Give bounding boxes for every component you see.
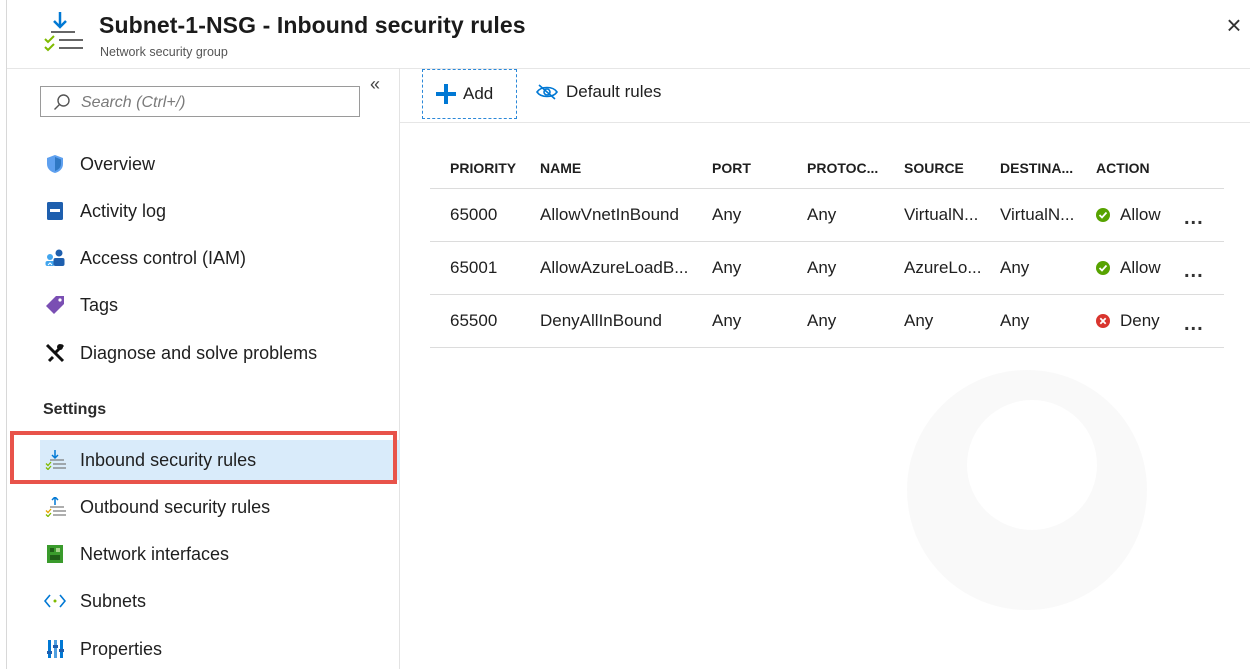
wrench-icon bbox=[44, 342, 66, 364]
people-icon bbox=[44, 247, 66, 269]
action-label: Allow bbox=[1120, 205, 1161, 224]
sidebar-item-label: Properties bbox=[80, 638, 163, 659]
search-input[interactable] bbox=[79, 87, 353, 118]
cell-priority: 65001 bbox=[450, 258, 498, 277]
action-label: Deny bbox=[1120, 311, 1160, 330]
allow-check-icon bbox=[1096, 261, 1110, 275]
sidebar-item-diagnose[interactable]: Diagnose and solve problems bbox=[40, 333, 400, 373]
cell-source: Any bbox=[904, 311, 934, 330]
properties-icon bbox=[44, 638, 66, 660]
network-interface-icon bbox=[44, 543, 66, 565]
sidebar-item-outbound-security-rules[interactable]: Outbound security rules bbox=[40, 487, 400, 527]
cell-priority: 65500 bbox=[450, 311, 498, 330]
plus-icon bbox=[436, 84, 456, 104]
cell-port: Any bbox=[712, 258, 742, 277]
sidebar-item-inbound-security-rules[interactable]: Inbound security rules bbox=[40, 440, 400, 480]
sidebar-item-properties[interactable]: Properties bbox=[40, 629, 400, 669]
settings-section-header: Settings bbox=[43, 401, 107, 418]
column-header-more bbox=[1184, 148, 1224, 189]
deny-x-icon bbox=[1096, 314, 1110, 328]
action-label: Allow bbox=[1120, 258, 1161, 277]
cell-name: AllowAzureLoadB... bbox=[540, 258, 689, 277]
sidebar-item-label: Tags bbox=[80, 294, 119, 315]
cell-priority: 65000 bbox=[450, 205, 498, 224]
outbound-rules-icon bbox=[44, 496, 66, 518]
sidebar-item-label: Access control (IAM) bbox=[80, 247, 247, 268]
sidebar-item-overview[interactable]: Overview bbox=[40, 144, 400, 184]
more-options-button[interactable]: ... bbox=[1184, 207, 1204, 229]
cell-protocol: Any bbox=[807, 311, 837, 330]
column-header-source[interactable]: SOURCE bbox=[904, 148, 1000, 189]
collapse-sidebar-button[interactable]: « bbox=[370, 74, 380, 95]
sidebar-item-activity-log[interactable]: Activity log bbox=[40, 191, 400, 231]
default-rules-button[interactable]: Default rules bbox=[536, 82, 661, 102]
sidebar-item-label: Network interfaces bbox=[80, 543, 230, 564]
cell-action: Allow bbox=[1096, 242, 1184, 295]
subnet-icon bbox=[44, 590, 66, 612]
cell-name: AllowVnetInBound bbox=[540, 205, 679, 224]
inbound-rules-icon bbox=[44, 12, 83, 52]
add-button-label: Add bbox=[463, 84, 494, 103]
command-bar: Add Default rules bbox=[400, 68, 1250, 123]
background-watermark-inner bbox=[967, 400, 1097, 530]
sidebar-item-tags[interactable]: Tags bbox=[40, 285, 400, 325]
cell-name: DenyAllInBound bbox=[540, 311, 662, 330]
sidebar-item-label: Diagnose and solve problems bbox=[80, 342, 318, 363]
add-button[interactable]: Add bbox=[422, 69, 517, 119]
column-header-port[interactable]: PORT bbox=[712, 148, 807, 189]
cell-protocol: Any bbox=[807, 205, 837, 224]
cell-destination: VirtualN... bbox=[1000, 205, 1075, 224]
column-header-name[interactable]: NAME bbox=[540, 148, 712, 189]
search-box[interactable] bbox=[40, 86, 360, 118]
blade-header: Subnet-1-NSG - Inbound security rules Ne… bbox=[7, 0, 1250, 69]
cell-source: VirtualN... bbox=[904, 205, 979, 224]
activity-log-icon bbox=[44, 200, 66, 222]
cell-protocol: Any bbox=[807, 258, 837, 277]
table-row[interactable]: 65001 AllowAzureLoadB... Any Any AzureLo… bbox=[430, 242, 1224, 295]
table-row[interactable]: 65000 AllowVnetInBound Any Any VirtualN.… bbox=[430, 189, 1224, 242]
security-rules-table: PRIORITY NAME PORT PROTOC... SOURCE DEST… bbox=[430, 148, 1224, 348]
sidebar-item-access-control[interactable]: Access control (IAM) bbox=[40, 238, 400, 278]
column-header-protocol[interactable]: PROTOC... bbox=[807, 148, 904, 189]
shield-icon bbox=[44, 153, 66, 175]
sidebar-item-label: Outbound security rules bbox=[80, 496, 271, 517]
table-header-row: PRIORITY NAME PORT PROTOC... SOURCE DEST… bbox=[430, 148, 1224, 189]
cell-destination: Any bbox=[1000, 258, 1030, 277]
more-options-button[interactable]: ... bbox=[1184, 313, 1204, 335]
close-button[interactable]: × bbox=[1219, 10, 1249, 40]
sidebar-item-network-interfaces[interactable]: Network interfaces bbox=[40, 534, 400, 574]
tag-icon bbox=[44, 294, 66, 316]
allow-check-icon bbox=[1096, 208, 1110, 222]
sidebar-item-subnets[interactable]: Subnets bbox=[40, 581, 400, 621]
cell-destination: Any bbox=[1000, 311, 1030, 330]
eye-hidden-icon bbox=[536, 84, 558, 100]
column-header-destination[interactable]: DESTINA... bbox=[1000, 148, 1096, 189]
search-icon bbox=[54, 94, 70, 110]
sidebar-item-label: Inbound security rules bbox=[80, 449, 257, 470]
cell-port: Any bbox=[712, 205, 742, 224]
inbound-rules-icon bbox=[44, 449, 66, 471]
cell-action: Allow bbox=[1096, 189, 1184, 242]
column-header-priority[interactable]: PRIORITY bbox=[430, 148, 540, 189]
more-options-button[interactable]: ... bbox=[1184, 260, 1204, 282]
sidebar: « Overview Activity log Access control (… bbox=[7, 68, 400, 669]
page-title: Subnet-1-NSG - Inbound security rules bbox=[99, 12, 526, 38]
sidebar-item-label: Subnets bbox=[80, 590, 147, 611]
page-subtitle: Network security group bbox=[100, 45, 228, 59]
sidebar-item-label: Activity log bbox=[80, 200, 167, 221]
column-header-action[interactable]: ACTION bbox=[1096, 148, 1184, 189]
default-rules-label: Default rules bbox=[566, 82, 662, 101]
table-row[interactable]: 65500 DenyAllInBound Any Any Any Any Den… bbox=[430, 295, 1224, 348]
cell-action: Deny bbox=[1096, 295, 1184, 348]
cell-source: AzureLo... bbox=[904, 258, 982, 277]
sidebar-item-label: Overview bbox=[80, 153, 156, 174]
cell-port: Any bbox=[712, 311, 742, 330]
